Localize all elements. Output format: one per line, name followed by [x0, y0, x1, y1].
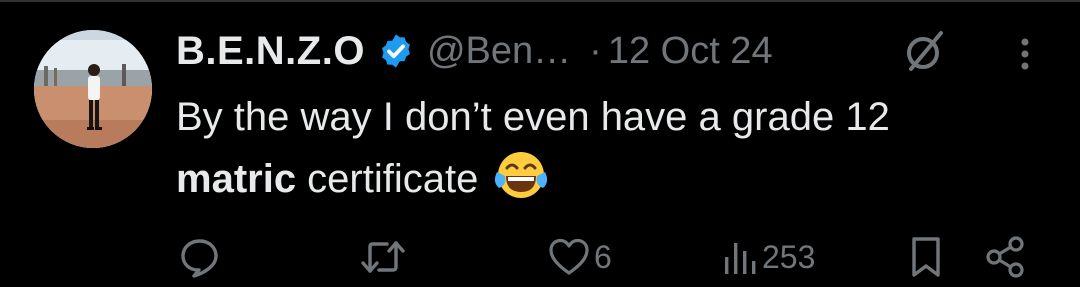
- retweet-icon: [360, 235, 406, 279]
- tweet-date[interactable]: 12 Oct 24: [608, 30, 773, 73]
- views-chart-icon: [722, 237, 758, 277]
- retweet-button[interactable]: [360, 234, 410, 280]
- bookmark-icon: [906, 235, 946, 279]
- tweet-text: By the way I don’t even have a grade 12 …: [176, 86, 1056, 210]
- reply-button[interactable]: [178, 234, 226, 280]
- reply-icon: [178, 235, 222, 279]
- heart-icon: [548, 237, 590, 277]
- views-button[interactable]: 253: [722, 234, 815, 280]
- tweet-header: B.E.N.Z.O @Ben… · 12 Oct 24: [176, 26, 773, 76]
- avatar[interactable]: [34, 30, 152, 148]
- tweet-text-line1: By the way I don’t even have a grade 12: [176, 95, 890, 139]
- tweet-text-rest: certificate: [296, 157, 479, 201]
- avatar-image: [34, 30, 152, 148]
- share-icon: [984, 235, 1028, 279]
- display-name[interactable]: B.E.N.Z.O: [176, 29, 365, 74]
- views-count: 253: [762, 238, 816, 275]
- tweet-text-bold: matric: [176, 157, 297, 201]
- like-count: 6: [594, 238, 612, 275]
- divider: [0, 0, 1080, 2]
- bookmark-button[interactable]: [906, 234, 946, 280]
- verified-badge-icon[interactable]: [377, 32, 415, 70]
- more-options-icon[interactable]: [1005, 30, 1045, 76]
- like-button[interactable]: 6: [548, 234, 612, 280]
- separator-dot: ·: [589, 29, 602, 72]
- user-handle[interactable]: @Ben…: [427, 30, 571, 73]
- tears-of-joy-emoji-icon: [492, 150, 550, 200]
- tweet-text-line2: matric certificate: [176, 148, 1056, 210]
- grok-icon[interactable]: [903, 29, 947, 73]
- share-button[interactable]: [984, 234, 1028, 280]
